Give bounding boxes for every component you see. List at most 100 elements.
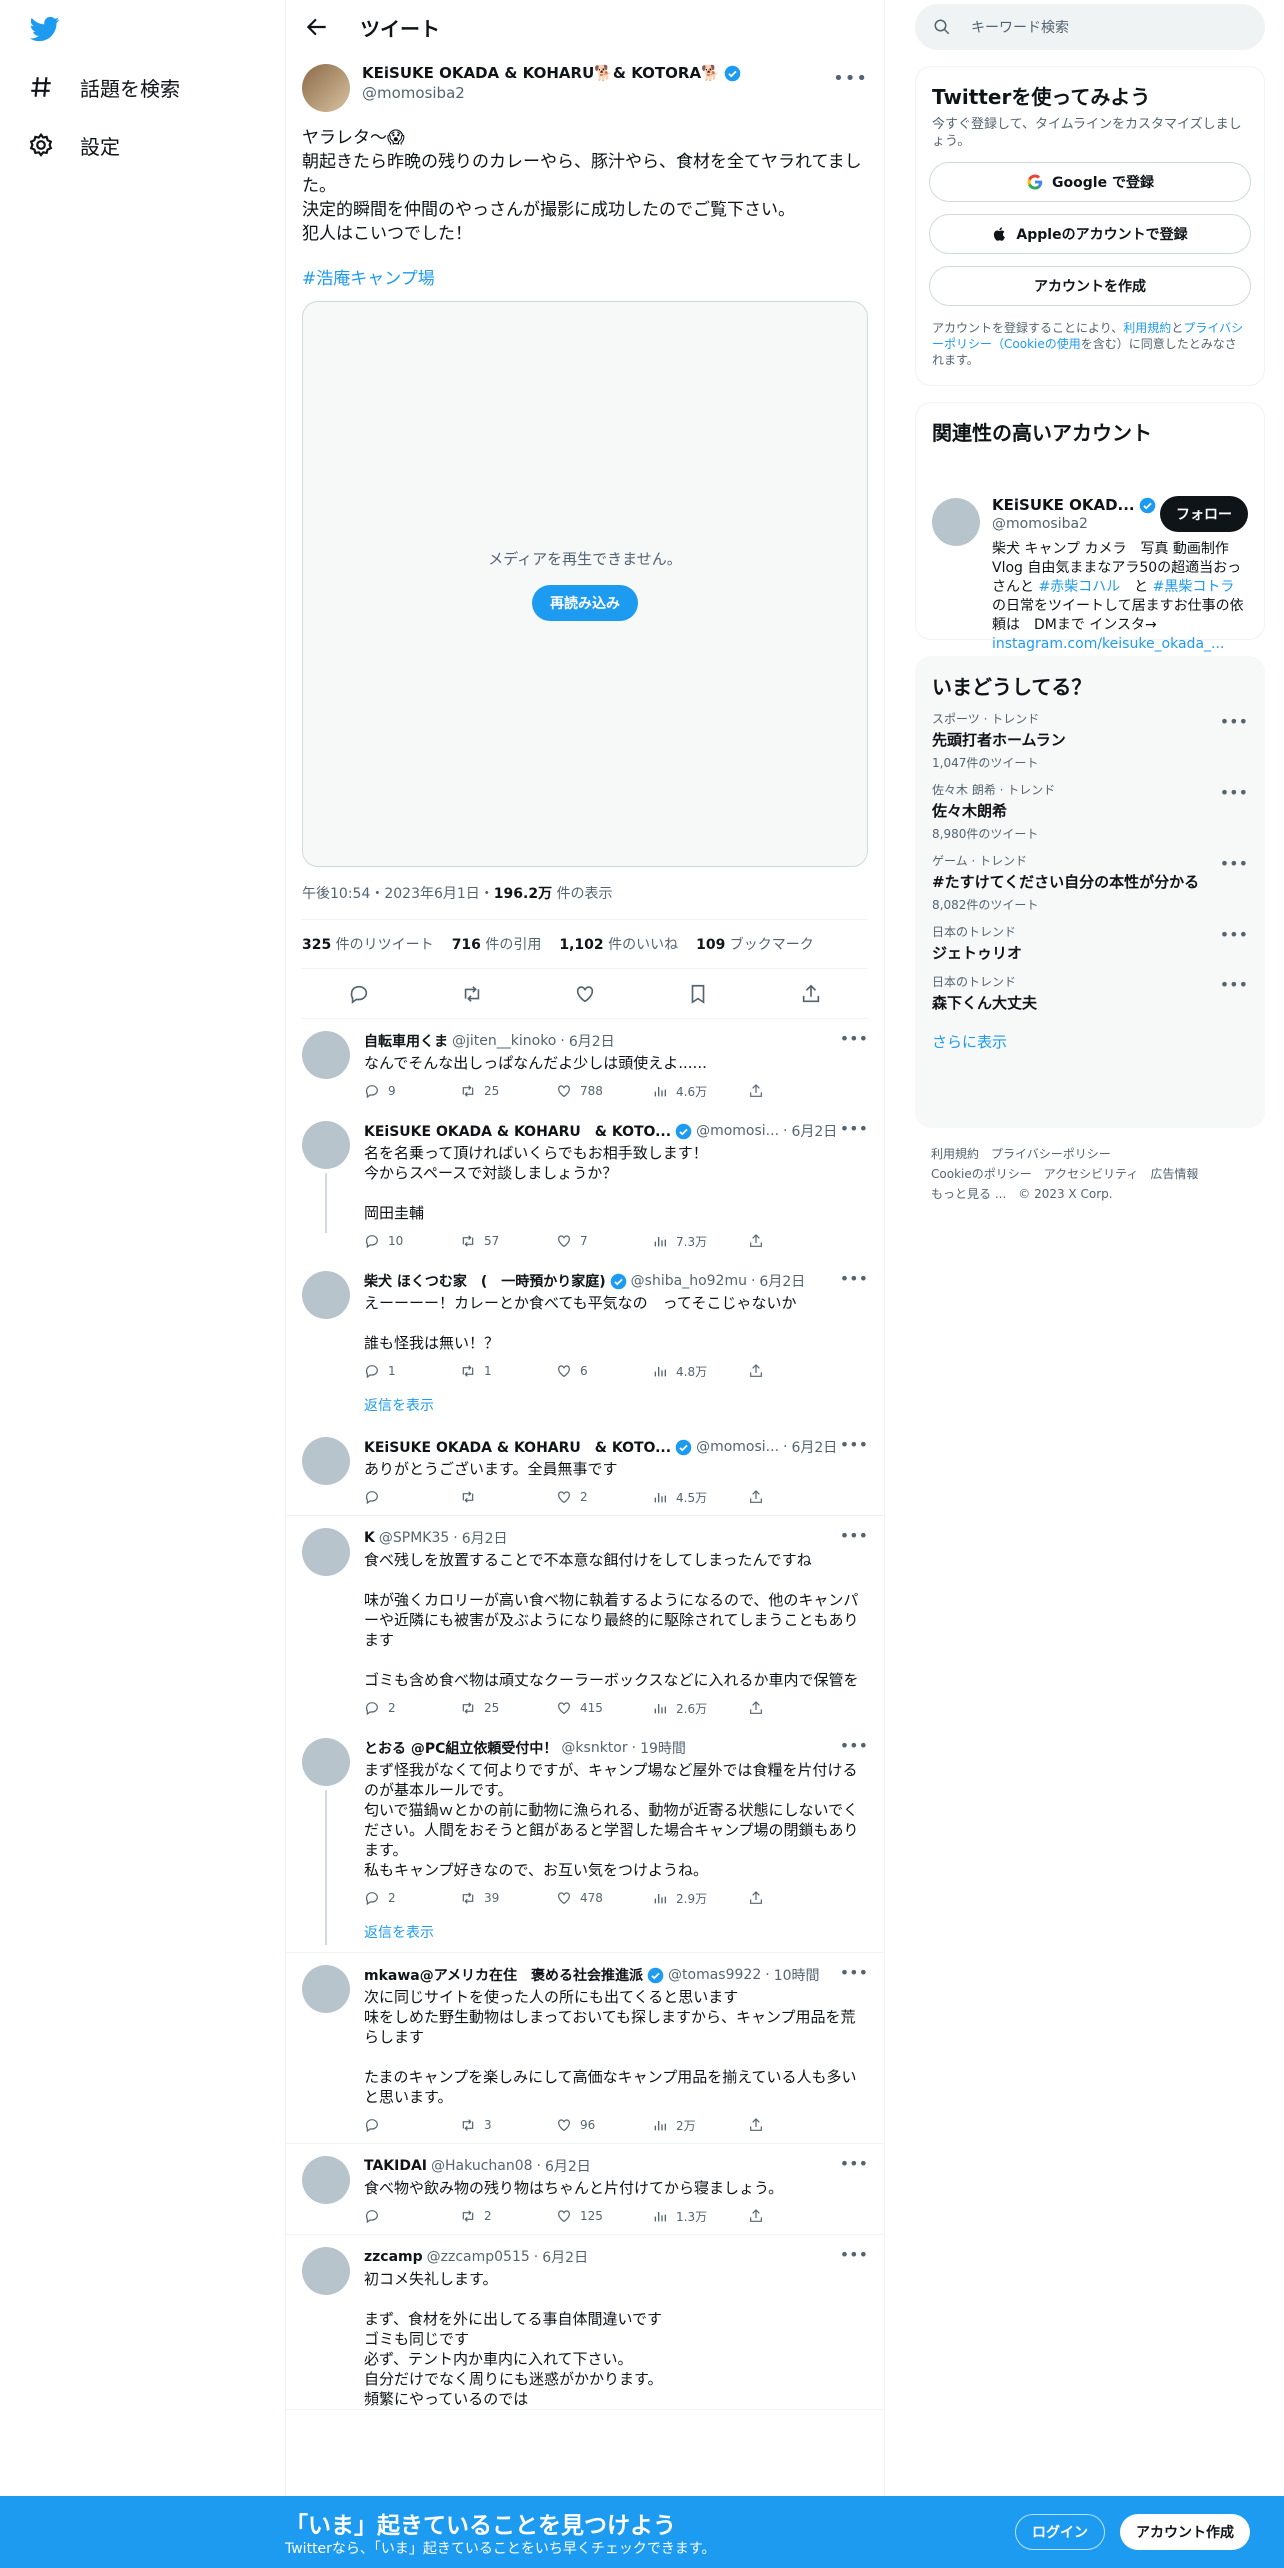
reply-icon[interactable]: [348, 983, 370, 1005]
share-action[interactable]: [748, 1363, 844, 1379]
reply-date[interactable]: 6月2日: [791, 1121, 837, 1141]
views-action[interactable]: 4.5万: [652, 1489, 748, 1506]
share-action[interactable]: [748, 2117, 844, 2133]
reply-author-handle[interactable]: @shiba_ho92mu: [631, 1273, 747, 1289]
show-replies-link[interactable]: 返信を表示: [286, 1916, 884, 1952]
trend-item[interactable]: スポーツ · トレンド 先頭打者ホームラン 1,047件のツイート •••: [916, 700, 1264, 771]
show-more-link[interactable]: さらに表示: [916, 1013, 1264, 1068]
footer-link[interactable]: Cookieのポリシー: [931, 1167, 1032, 1181]
share-action[interactable]: [748, 2208, 844, 2224]
views-action[interactable]: 2.9万: [652, 1890, 748, 1907]
like-action[interactable]: 478: [556, 1890, 652, 1906]
retweet-action[interactable]: 25: [460, 1700, 556, 1716]
reply-author-handle[interactable]: @jiten__kinoko: [452, 1033, 556, 1049]
like-action[interactable]: 415: [556, 1700, 652, 1716]
more-icon[interactable]: •••: [833, 68, 868, 89]
more-icon[interactable]: •••: [1220, 925, 1248, 944]
retweet-action[interactable]: 2: [460, 2208, 556, 2224]
reply-date[interactable]: 6月2日: [545, 2156, 591, 2176]
reply-author-name[interactable]: TAKIDAI: [364, 2158, 427, 2174]
reply-author-handle[interactable]: @Hakuchan08: [431, 2158, 533, 2174]
avatar[interactable]: [302, 2247, 350, 2295]
footer-link[interactable]: アクセシビリティ: [1044, 1167, 1139, 1181]
reply-author-handle[interactable]: @momosi...: [696, 1439, 779, 1455]
google-signup-button[interactable]: Google で登録: [929, 162, 1251, 202]
bookmark-icon[interactable]: [687, 983, 709, 1005]
like-action[interactable]: 7: [556, 1233, 652, 1249]
retweet-action[interactable]: 1: [460, 1363, 556, 1379]
reply-date[interactable]: 19時間: [640, 1738, 686, 1758]
reply-author-handle[interactable]: @momosi...: [696, 1123, 779, 1139]
reply-tweet[interactable]: とおる @PC組立依頼受付中！ @ksnktor · 19時間 ••• まず怪我がなくて何…: [286, 1726, 884, 1945]
stat-retweets[interactable]: 325 件のリツイート: [302, 934, 434, 954]
reply-date[interactable]: 6月2日: [791, 1437, 837, 1457]
more-icon[interactable]: •••: [840, 2245, 868, 2264]
reply-author-handle[interactable]: @zzcamp0515: [427, 2249, 530, 2265]
footer-link[interactable]: 広告情報: [1150, 1167, 1198, 1181]
apple-signup-button[interactable]: Appleのアカウントで登録: [929, 214, 1251, 254]
back-arrow-icon[interactable]: [304, 14, 330, 40]
retweet-action[interactable]: [460, 1489, 556, 1505]
share-action[interactable]: [748, 1489, 844, 1505]
reply-author-handle[interactable]: @SPMK35: [379, 1530, 449, 1546]
reply-author-name[interactable]: KEiSUKE OKADA & KOHARU & KOTO...: [364, 1437, 671, 1457]
retweet-action[interactable]: 57: [460, 1233, 556, 1249]
retweet-action[interactable]: 39: [460, 1890, 556, 1906]
reply-tweet[interactable]: KEiSUKE OKADA & KOHARU & KOTO... @momosi.…: [286, 1425, 884, 1515]
trend-item[interactable]: 日本のトレンド 森下くん大丈夫 •••: [916, 963, 1264, 1013]
reply-action[interactable]: 1: [364, 1363, 460, 1379]
reply-date[interactable]: 6月2日: [759, 1271, 805, 1291]
share-action[interactable]: [748, 1083, 844, 1099]
more-icon[interactable]: •••: [1220, 712, 1248, 731]
views-action[interactable]: 2.6万: [652, 1700, 748, 1717]
signup-button[interactable]: アカウント作成: [1120, 2514, 1250, 2550]
stat-likes[interactable]: 1,102 件のいいね: [559, 934, 678, 954]
share-action[interactable]: [748, 1890, 844, 1906]
reply-author-name[interactable]: とおる @PC組立依頼受付中！: [364, 1738, 557, 1758]
like-action[interactable]: 6: [556, 1363, 652, 1379]
reload-button[interactable]: 再読み込み: [532, 584, 638, 621]
share-action[interactable]: [748, 1233, 844, 1249]
avatar[interactable]: [302, 1271, 350, 1319]
create-account-button[interactable]: アカウントを作成: [929, 266, 1251, 306]
reply-action[interactable]: 2: [364, 1890, 460, 1906]
avatar[interactable]: [302, 2156, 350, 2204]
follow-button[interactable]: フォロー: [1160, 496, 1248, 532]
reply-tweet[interactable]: mkawa@アメリカ在住 褒める社会推進派 @tomas9922 · 10時間 ••• 次…: [286, 1953, 884, 2143]
reply-tweet[interactable]: zzcamp @zzcamp0515 · 6月2日 ••• 初コメ失礼します。 まず、食材…: [286, 2235, 884, 2409]
bio-link[interactable]: instagram.com/keisuke_okada_...: [992, 636, 1224, 652]
reply-action[interactable]: 10: [364, 1233, 460, 1249]
more-icon[interactable]: •••: [840, 1435, 868, 1454]
twitter-bird-icon[interactable]: [28, 14, 62, 44]
retweet-icon[interactable]: [461, 983, 483, 1005]
reply-action[interactable]: 2: [364, 1700, 460, 1716]
avatar[interactable]: [302, 64, 350, 112]
reply-author-name[interactable]: K: [364, 1530, 375, 1546]
trend-item[interactable]: 佐々木 朗希 · トレンド 佐々木朗希 8,980件のツイート •••: [916, 771, 1264, 842]
author-handle[interactable]: @momosiba2: [362, 84, 741, 102]
like-action[interactable]: 96: [556, 2117, 652, 2133]
reply-tweet[interactable]: KEiSUKE OKADA & KOHARU & KOTO... @momosi.…: [286, 1109, 884, 1259]
more-icon[interactable]: •••: [840, 1736, 868, 1755]
nav-explore[interactable]: 話題を検索: [28, 67, 180, 107]
related-name[interactable]: KEiSUKE OKAD...: [992, 496, 1135, 514]
reply-author-name[interactable]: KEiSUKE OKADA & KOHARU & KOTO...: [364, 1121, 671, 1141]
reply-date[interactable]: 6月2日: [569, 1031, 615, 1051]
more-icon[interactable]: •••: [840, 2154, 868, 2173]
reply-action[interactable]: 9: [364, 1083, 460, 1099]
avatar[interactable]: [302, 1528, 350, 1576]
more-icon[interactable]: •••: [840, 1029, 868, 1048]
reply-author-handle[interactable]: @tomas9922: [668, 1967, 761, 1983]
reply-tweet[interactable]: 自転車用くま @jiten__kinoko · 6月2日 ••• なんでそんな出しっぱなん…: [286, 1019, 884, 1109]
more-icon[interactable]: •••: [1220, 783, 1248, 802]
reply-author-handle[interactable]: @ksnktor: [561, 1740, 627, 1756]
stat-quotes[interactable]: 716 件の引用: [452, 934, 542, 954]
stat-bookmarks[interactable]: 109 ブックマーク: [696, 934, 814, 954]
tweet-hashtag[interactable]: #浩庵キャンプ場: [286, 246, 884, 289]
reply-date[interactable]: 6月2日: [542, 2247, 588, 2267]
avatar[interactable]: [302, 1121, 350, 1169]
views-action[interactable]: 4.8万: [652, 1363, 748, 1380]
reply-action[interactable]: [364, 1489, 460, 1505]
more-icon[interactable]: •••: [840, 1119, 868, 1138]
reply-tweet[interactable]: K @SPMK35 · 6月2日 ••• 食べ残しを放置することで不本意な餌付けをしてしま…: [286, 1516, 884, 1726]
